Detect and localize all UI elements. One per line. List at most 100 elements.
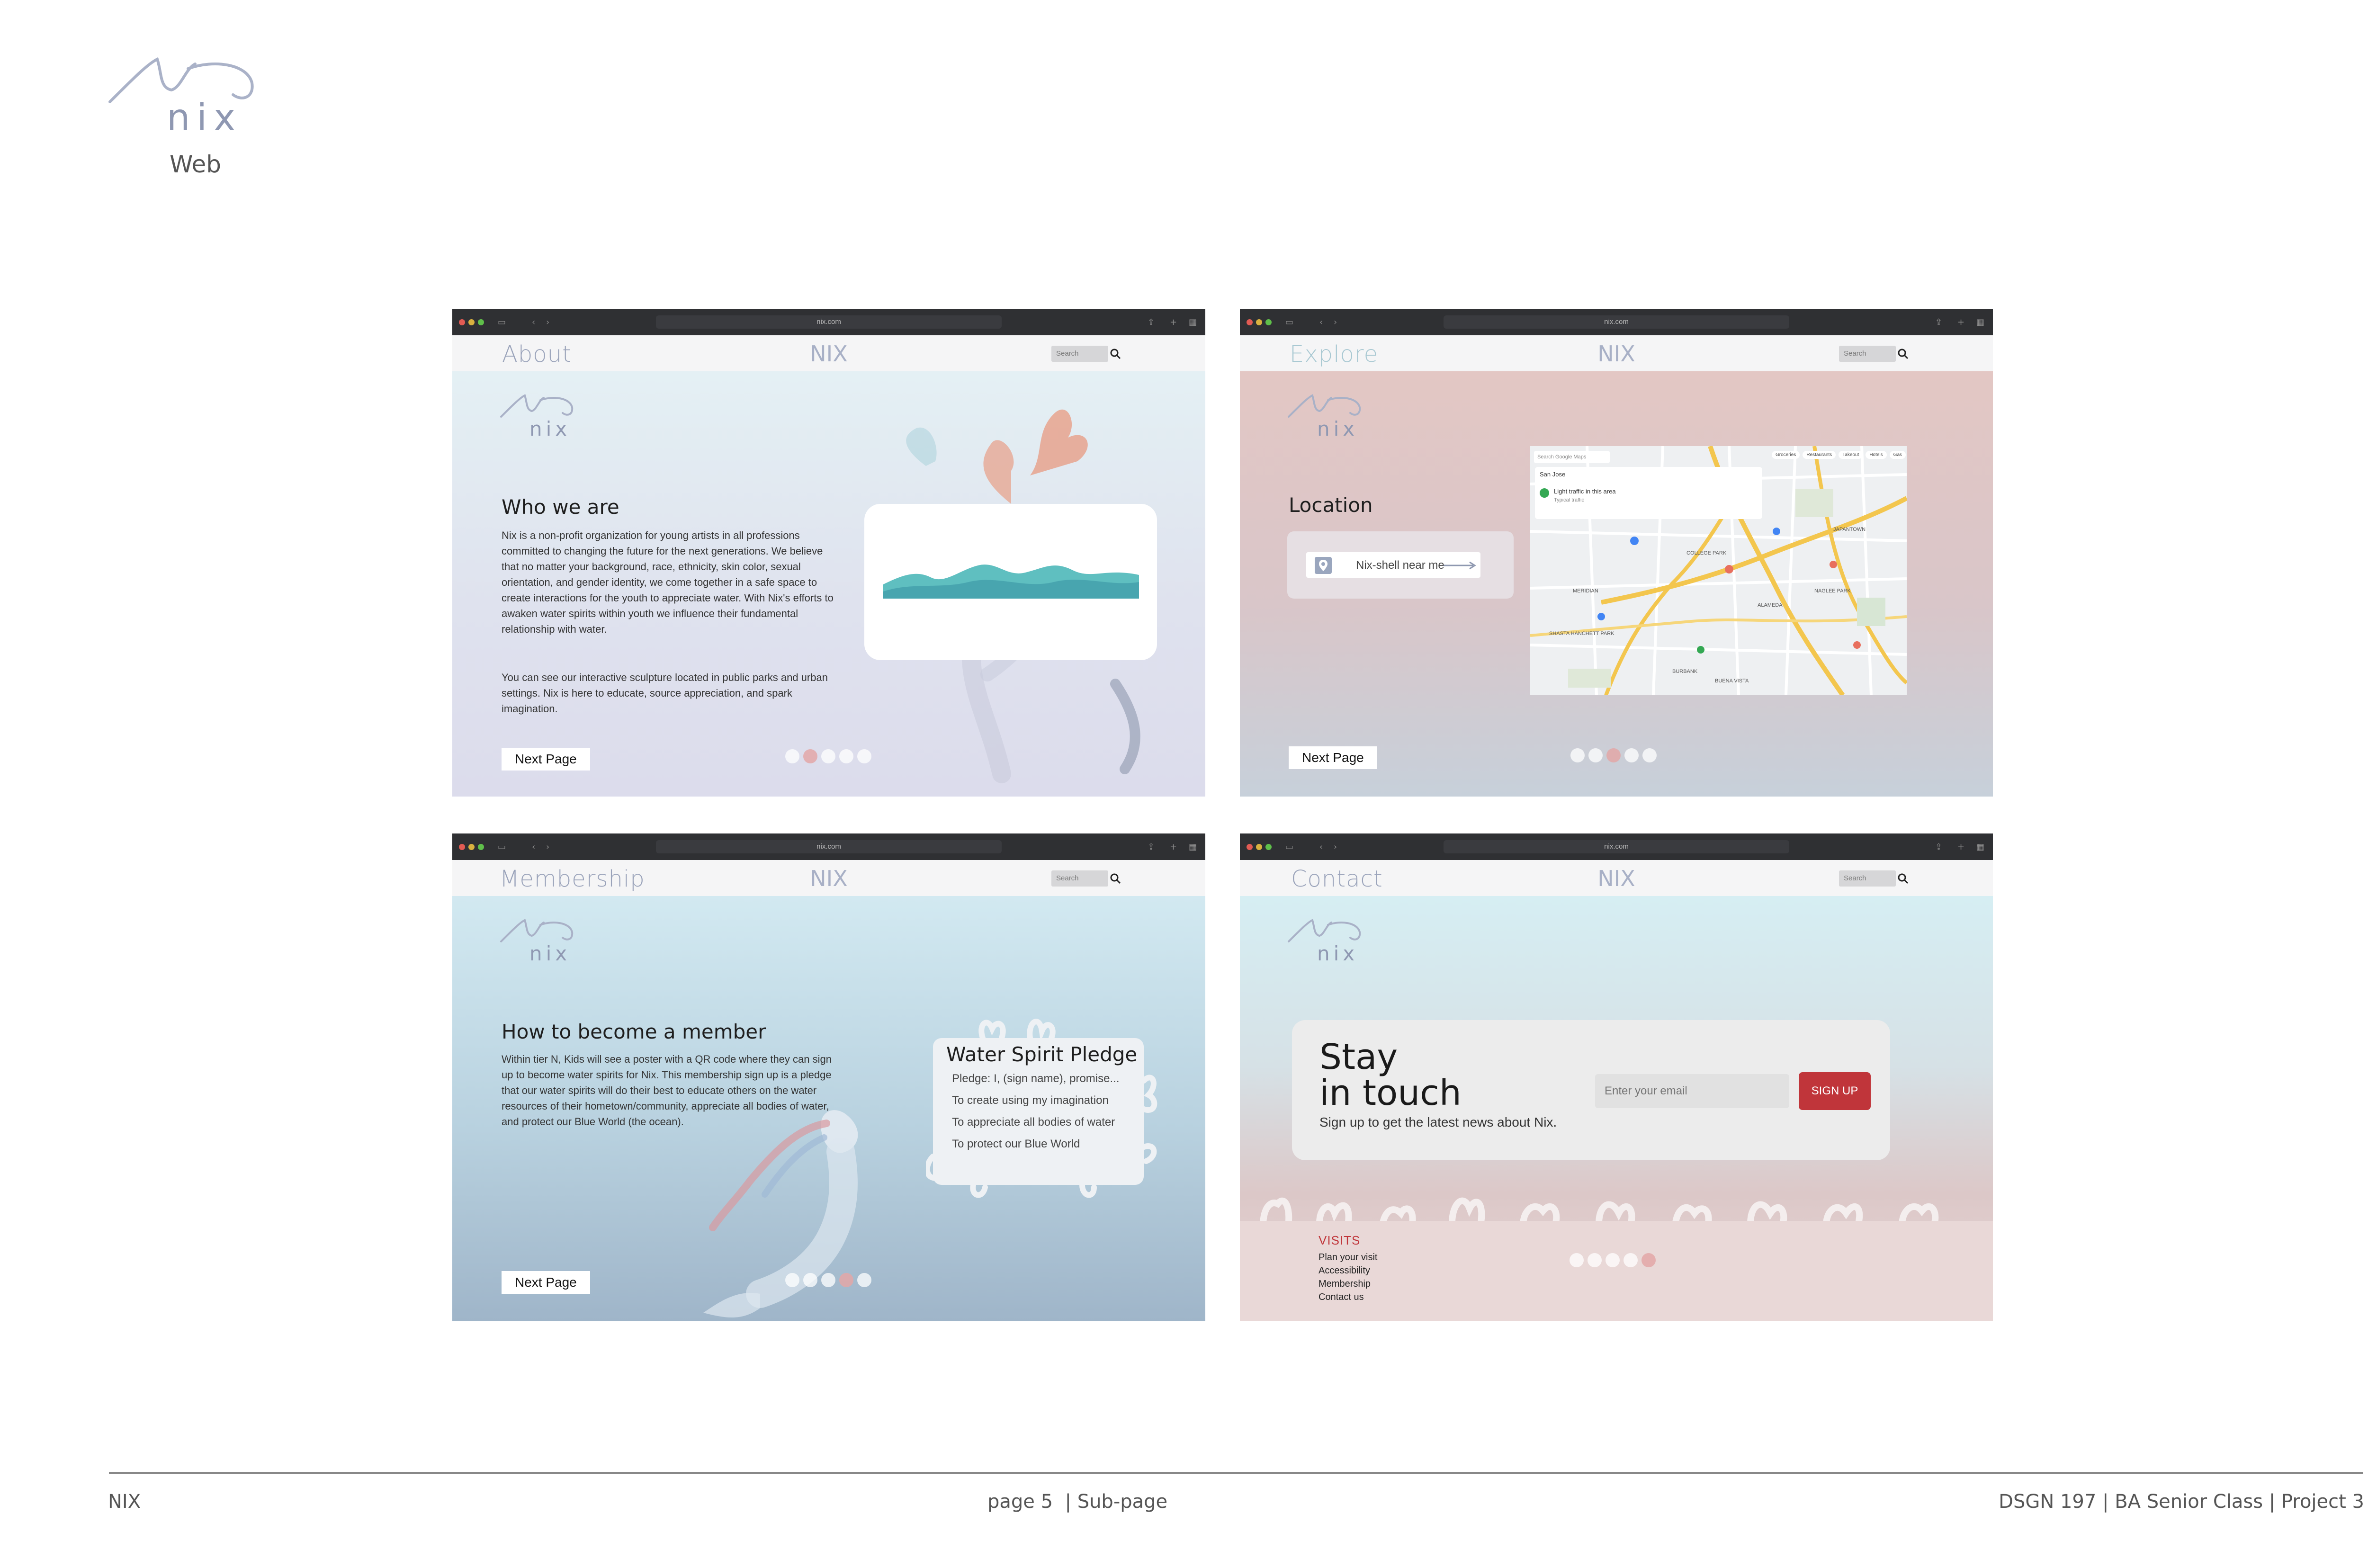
page-dot[interactable] (839, 749, 853, 763)
forward-icon[interactable]: › (1334, 317, 1337, 327)
page-dot-active[interactable] (803, 749, 817, 763)
address-bar[interactable]: nix.com (1444, 315, 1789, 329)
tabs-overview-icon[interactable]: ▦ (1189, 842, 1197, 852)
email-input[interactable] (1595, 1074, 1789, 1108)
page-indicator (1570, 1253, 1656, 1267)
close-window-icon[interactable] (459, 319, 465, 325)
new-tab-icon[interactable]: + (1170, 842, 1177, 852)
tabs-overview-icon[interactable]: ▦ (1976, 317, 1984, 327)
address-bar[interactable]: nix.com (1444, 840, 1789, 853)
search-input[interactable]: Search (1051, 346, 1121, 362)
nav-brand[interactable]: NIX (810, 341, 848, 367)
search-input[interactable]: Search (1839, 870, 1909, 887)
page-dot[interactable] (1588, 1253, 1602, 1267)
map-chip[interactable]: Groceries (1772, 451, 1800, 459)
page-dot[interactable] (857, 1273, 871, 1287)
nav-title[interactable]: Explore (1290, 341, 1378, 367)
search-icon[interactable] (1897, 872, 1909, 885)
page-dot[interactable] (785, 1273, 799, 1287)
next-page-button[interactable]: Next Page (1289, 746, 1377, 769)
traffic-sub: Typical traffic (1554, 497, 1584, 503)
tabs-overview-icon[interactable]: ▦ (1189, 317, 1197, 327)
minimize-window-icon[interactable] (1256, 844, 1262, 850)
sidebar-icon[interactable]: ▭ (1285, 317, 1293, 327)
membership-link[interactable]: Membership (1319, 1279, 1371, 1290)
svg-text:nix: nix (167, 97, 242, 139)
share-icon[interactable]: ⇪ (1148, 317, 1155, 327)
page-dot[interactable] (1624, 1253, 1638, 1267)
footer-course: DSGN 197 | BA Senior Class | Project 3 (1999, 1491, 2364, 1513)
minimize-window-icon[interactable] (468, 844, 475, 850)
tabs-overview-icon[interactable]: ▦ (1976, 842, 1984, 852)
sidebar-icon[interactable]: ▭ (1285, 842, 1293, 852)
search-input[interactable]: Search (1839, 346, 1909, 362)
sidebar-icon[interactable]: ▭ (498, 317, 506, 327)
close-window-icon[interactable] (459, 844, 465, 850)
new-tab-icon[interactable]: + (1957, 842, 1964, 852)
map-chip[interactable]: Hotels (1866, 451, 1887, 459)
share-icon[interactable]: ⇪ (1935, 842, 1942, 852)
accessibility-link[interactable]: Accessibility (1319, 1265, 1370, 1276)
nix-shell-finder[interactable]: Nix-shell near me (1306, 552, 1480, 578)
address-bar[interactable]: nix.com (656, 315, 1002, 329)
forward-icon[interactable]: › (546, 842, 549, 852)
minimize-window-icon[interactable] (468, 319, 475, 325)
page-dot[interactable] (1606, 1253, 1620, 1267)
share-icon[interactable]: ⇪ (1148, 842, 1155, 852)
page-dot[interactable] (1570, 1253, 1584, 1267)
nav-title[interactable]: About (502, 341, 572, 367)
membership-page-mockup: ▭ ‹ › nix.com ⇪ + ▦ Membership NIX Searc… (452, 833, 1205, 1321)
page-dot[interactable] (857, 749, 871, 763)
back-icon[interactable]: ‹ (1319, 317, 1323, 327)
page-dot[interactable] (803, 1273, 817, 1287)
share-icon[interactable]: ⇪ (1935, 317, 1942, 327)
nav-title[interactable]: Contact (1291, 866, 1383, 892)
forward-icon[interactable]: › (1334, 842, 1337, 852)
google-map[interactable]: Search Google Maps San Jose Light traffi… (1530, 446, 1907, 695)
nix-mini-logo: nix (500, 919, 574, 965)
back-icon[interactable]: ‹ (532, 842, 535, 852)
maximize-window-icon[interactable] (478, 844, 484, 850)
page-dot[interactable] (821, 749, 835, 763)
nav-title[interactable]: Membership (500, 866, 645, 892)
page-dot[interactable] (1588, 748, 1603, 762)
nav-brand[interactable]: NIX (1597, 341, 1635, 367)
map-chip[interactable]: Restaurants (1803, 451, 1836, 459)
back-icon[interactable]: ‹ (532, 317, 535, 327)
page-dot[interactable] (1624, 748, 1639, 762)
sidebar-icon[interactable]: ▭ (498, 842, 506, 852)
page-dot-active[interactable] (1641, 1253, 1656, 1267)
map-chip[interactable]: Gas (1889, 451, 1906, 459)
search-icon[interactable] (1109, 872, 1121, 885)
back-icon[interactable]: ‹ (1319, 842, 1323, 852)
new-tab-icon[interactable]: + (1170, 317, 1177, 327)
nav-brand[interactable]: NIX (810, 866, 848, 891)
contact-us-link[interactable]: Contact us (1319, 1292, 1364, 1303)
map-chip[interactable]: Takeout (1839, 451, 1863, 459)
close-window-icon[interactable] (1247, 319, 1253, 325)
search-input[interactable]: Search (1051, 870, 1121, 887)
maximize-window-icon[interactable] (1265, 319, 1272, 325)
maximize-window-icon[interactable] (478, 319, 484, 325)
page-dot[interactable] (1570, 748, 1585, 762)
next-page-button[interactable]: Next Page (502, 748, 590, 771)
page-dot-active[interactable] (1606, 748, 1621, 762)
address-bar[interactable]: nix.com (656, 840, 1002, 853)
next-page-button[interactable]: Next Page (502, 1271, 590, 1294)
page-dot[interactable] (1642, 748, 1657, 762)
sign-up-button[interactable]: SIGN UP (1799, 1072, 1871, 1110)
map-search-input[interactable]: Search Google Maps (1534, 451, 1610, 463)
email-field[interactable] (1595, 1074, 1789, 1108)
page-dot[interactable] (821, 1273, 835, 1287)
page-dot-active[interactable] (839, 1273, 853, 1287)
nav-brand[interactable]: NIX (1597, 866, 1635, 891)
close-window-icon[interactable] (1247, 844, 1253, 850)
search-icon[interactable] (1897, 348, 1909, 360)
maximize-window-icon[interactable] (1265, 844, 1272, 850)
plan-visit-link[interactable]: Plan your visit (1319, 1252, 1378, 1263)
page-dot[interactable] (785, 749, 799, 763)
minimize-window-icon[interactable] (1256, 319, 1262, 325)
search-icon[interactable] (1109, 348, 1121, 360)
new-tab-icon[interactable]: + (1957, 317, 1964, 327)
forward-icon[interactable]: › (546, 317, 549, 327)
